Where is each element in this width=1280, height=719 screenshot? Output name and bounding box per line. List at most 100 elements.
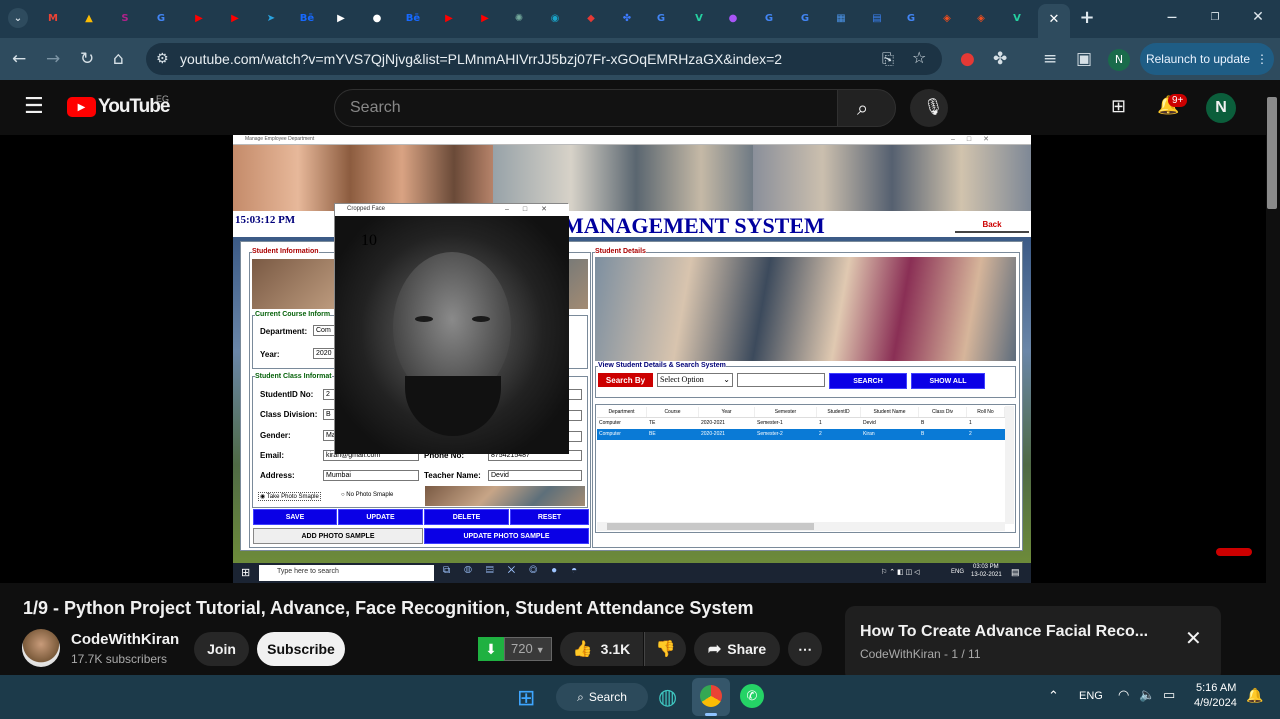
bookmark-star-icon[interactable]: ☆ — [912, 48, 926, 68]
playlist-panel[interactable]: How To Create Advance Facial Reco... Cod… — [845, 606, 1221, 682]
google-icon[interactable]: G — [760, 9, 778, 27]
chatgpt-icon[interactable]: ✺ — [510, 9, 528, 27]
table-header-cell[interactable]: Department — [597, 407, 647, 417]
google-icon[interactable]: G — [902, 9, 920, 27]
save-button[interactable]: SAVE — [253, 509, 337, 525]
reset-button[interactable]: RESET — [510, 509, 589, 525]
quality-select[interactable]: 720 ▼ — [504, 637, 552, 661]
install-icon[interactable]: ⎘ — [882, 49, 894, 69]
youtube-icon[interactable]: ▶ — [440, 9, 458, 27]
app-icon[interactable]: ◆ — [582, 9, 600, 27]
s-icon[interactable]: S — [116, 9, 134, 27]
back-button[interactable]: Back — [955, 217, 1029, 233]
tray-chevron-icon[interactable]: ⌃ — [1048, 688, 1059, 704]
figma-icon[interactable]: ◈ — [938, 9, 956, 27]
table-hscroll[interactable] — [597, 522, 1005, 531]
puzzle-icon[interactable]: ✤ — [618, 9, 636, 27]
share-button[interactable]: ➦ Share — [694, 632, 780, 666]
radio-take-photo[interactable]: ◉ Take Photo Smaple — [258, 492, 321, 501]
subscribe-button[interactable]: Subscribe — [257, 632, 345, 666]
youtube-icon[interactable]: ▶ — [226, 9, 244, 27]
youtube-icon[interactable]: ▶ — [190, 9, 208, 27]
address-input[interactable]: Mumbai — [323, 470, 419, 481]
like-button[interactable]: 👍 3.1K — [560, 632, 643, 666]
profile-avatar[interactable]: N — [1108, 49, 1130, 71]
close-icon[interactable]: ✕ — [1045, 10, 1063, 28]
minimize-icon[interactable]: — — [1163, 8, 1181, 26]
channel-name[interactable]: CodeWithKiran — [71, 631, 179, 648]
table-header-cell[interactable]: Student Name — [861, 407, 919, 417]
language-indicator[interactable]: ENG — [1079, 690, 1103, 702]
create-video-icon[interactable]: ⊞ — [1111, 96, 1126, 117]
new-tab-icon[interactable]: + — [1078, 7, 1096, 28]
youtube-icon[interactable]: ▶ — [476, 9, 494, 27]
table-header-cell[interactable]: Semester — [755, 407, 817, 417]
extension-red-icon[interactable]: ● — [960, 49, 975, 69]
search-button[interactable]: ⌕ — [837, 89, 896, 127]
lens-icon[interactable]: ◉ — [546, 9, 564, 27]
windows-search-button[interactable]: ⌕ Search — [556, 683, 648, 711]
teacher-input[interactable]: Devid — [488, 470, 582, 481]
v-icon[interactable]: V — [690, 9, 708, 27]
show-all-button[interactable]: SHOW ALL — [911, 373, 985, 389]
github-icon[interactable]: ● — [368, 9, 386, 27]
table-vscroll[interactable] — [1005, 406, 1014, 524]
account-avatar[interactable]: N — [1206, 93, 1236, 123]
youtube-logo[interactable]: ▶ YouTube — [67, 96, 170, 118]
volume-icon[interactable]: 🔈 — [1139, 687, 1155, 703]
v-icon[interactable]: V — [1008, 9, 1026, 27]
telegram-icon[interactable]: ➤ — [262, 9, 280, 27]
extensions-puzzle-icon[interactable]: ✤ — [993, 49, 1007, 69]
address-bar[interactable]: ⚙ youtube.com/watch?v=mYVS7QjNjvg&list=P… — [146, 43, 942, 75]
table-hscroll-thumb[interactable] — [607, 523, 814, 530]
table-header-cell[interactable]: Class Div — [919, 407, 967, 417]
reload-icon[interactable]: ↻ — [80, 49, 94, 69]
table-header-cell[interactable]: Roll No — [967, 407, 1005, 417]
google-icon[interactable]: G — [152, 9, 170, 27]
google-icon[interactable]: G — [796, 9, 814, 27]
add-photo-button[interactable]: ADD PHOTO SAMPLE — [253, 528, 423, 544]
notification-bell-icon[interactable]: 🔔 — [1246, 687, 1263, 704]
delete-button[interactable]: DELETE — [424, 509, 509, 525]
subscribe-watermark[interactable] — [1216, 548, 1252, 556]
edge-copilot-icon[interactable]: ◍ — [658, 684, 677, 710]
table-header-cell[interactable]: StudentID — [817, 407, 861, 417]
site-info-icon[interactable]: ⚙ — [156, 49, 169, 69]
page-scrollbar-thumb[interactable] — [1267, 97, 1277, 209]
google-icon[interactable]: G — [652, 9, 670, 27]
windows-start-icon[interactable]: ⊞ — [517, 685, 535, 711]
grid-icon[interactable]: ▦ — [832, 9, 850, 27]
battery-icon[interactable]: ▭ — [1163, 687, 1175, 703]
wifi-icon[interactable]: ◠ — [1118, 687, 1129, 703]
drop-icon[interactable]: ● — [724, 9, 742, 27]
clock-date[interactable]: 4/9/2024 — [1194, 697, 1237, 709]
whatsapp-icon[interactable]: ✆ — [740, 684, 764, 708]
drive-icon[interactable]: ▲ — [80, 9, 98, 27]
update-button[interactable]: UPDATE — [338, 509, 423, 525]
doc-icon[interactable]: ▶ — [332, 9, 350, 27]
behance-icon[interactable]: Bē — [298, 9, 316, 27]
back-icon[interactable]: ← — [12, 49, 26, 69]
table-header-cell[interactable]: Year — [699, 407, 755, 417]
relaunch-button[interactable]: Relaunch to update ⋮ — [1140, 43, 1274, 75]
gmail-icon[interactable]: M — [44, 9, 62, 27]
side-panel-icon[interactable]: ▣ — [1076, 49, 1092, 69]
url-text[interactable]: youtube.com/watch?v=mYVS7QjNjvg&list=PLM… — [180, 51, 782, 67]
home-icon[interactable]: ⌂ — [113, 49, 124, 69]
table-row[interactable]: Computer TE 2020-2021 Semester-1 1 Devid B 1 — [597, 418, 1005, 429]
download-icon[interactable]: ⬇ — [478, 637, 504, 661]
table-header-cell[interactable]: Course — [647, 407, 699, 417]
form-icon[interactable]: ▤ — [868, 9, 886, 27]
figma-icon[interactable]: ◈ — [972, 9, 990, 27]
channel-avatar[interactable] — [22, 629, 60, 667]
search-text-input[interactable] — [737, 373, 825, 387]
clock-time[interactable]: 5:16 AM — [1196, 682, 1236, 694]
more-actions-button[interactable]: ⋯ — [788, 632, 822, 666]
join-button[interactable]: Join — [194, 632, 249, 666]
menu-icon[interactable]: ☰ — [24, 94, 44, 119]
playlist-title[interactable]: How To Create Advance Facial Reco... — [860, 623, 1148, 641]
media-control-icon[interactable]: ≡ — [1043, 49, 1057, 69]
search-option-select[interactable]: Select Option ⌄ — [657, 373, 733, 387]
table-row[interactable]: Computer BE 2020-2021 Semester-2 2 Kiran B 2 — [597, 429, 1005, 440]
chrome-taskbar-icon[interactable] — [692, 678, 730, 716]
